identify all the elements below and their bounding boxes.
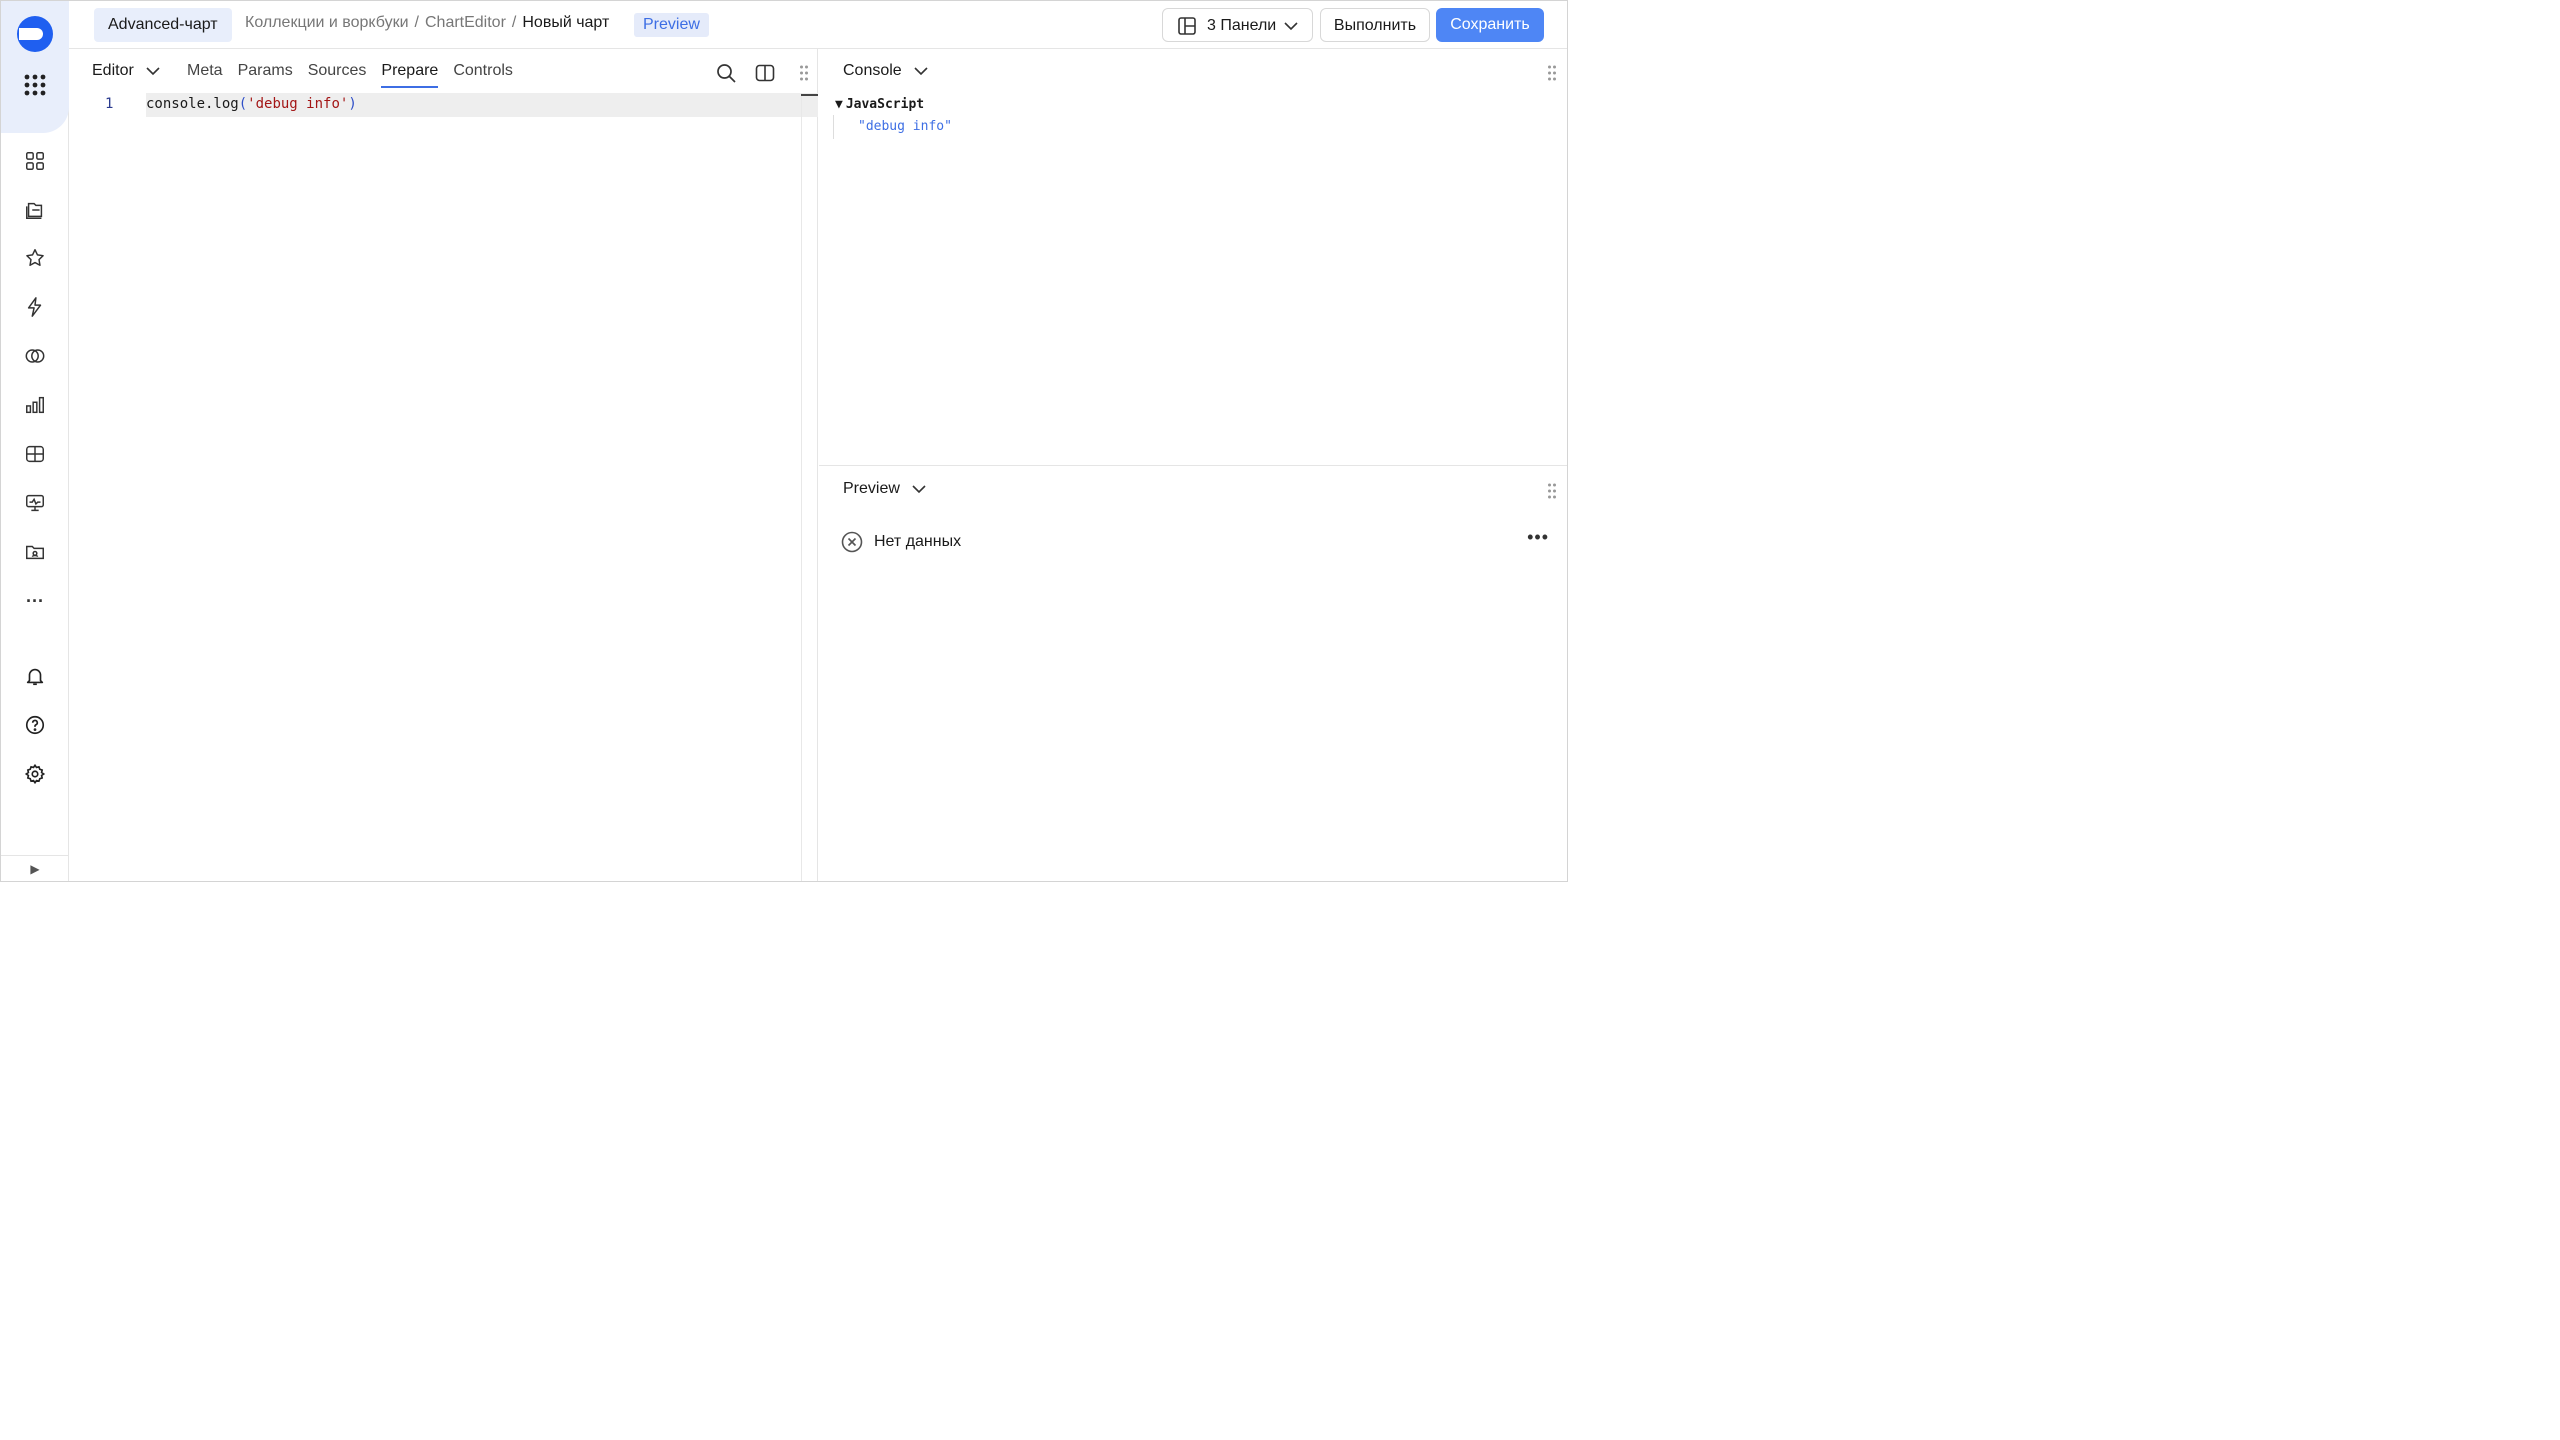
line-number: 1 — [105, 96, 114, 112]
empty-state-text: Нет данных — [874, 533, 962, 550]
breadcrumb-separator: / — [511, 14, 517, 31]
files-icon[interactable] — [23, 540, 47, 564]
console-output-line: "debug info" — [833, 115, 952, 139]
nav-rail: ··· ▶ — [1, 1, 69, 881]
breadcrumb-separator: / — [414, 14, 419, 31]
datalens-logo-icon[interactable] — [15, 14, 55, 54]
breadcrumb-charteditor[interactable]: ChartEditor — [425, 14, 506, 32]
monitoring-icon[interactable] — [23, 491, 47, 515]
dashboards-icon[interactable] — [23, 442, 47, 466]
datasets-icon[interactable] — [23, 344, 47, 368]
chevron-down-icon — [1284, 22, 1298, 31]
collapse-triangle-icon: ▼ — [835, 97, 843, 112]
run-button[interactable]: Выполнить — [1320, 8, 1430, 42]
drag-handle-icon[interactable] — [799, 65, 809, 81]
collapse-rail-button[interactable]: ▶ — [1, 855, 69, 881]
code-paren-close: ) — [348, 96, 357, 112]
preview-badge[interactable]: Preview — [634, 13, 709, 37]
tab-params[interactable]: Params — [238, 62, 293, 88]
chevron-down-icon — [912, 485, 926, 494]
tab-prepare[interactable]: Prepare — [381, 62, 439, 88]
panels-label: 3 Панели — [1207, 17, 1277, 34]
chevron-down-icon — [146, 67, 160, 76]
code-line[interactable]: console.log('debug info') — [146, 96, 357, 112]
breadcrumb-collections[interactable]: Коллекции и воркбуки — [245, 14, 409, 32]
console-title: Console — [843, 62, 902, 79]
drag-handle-icon[interactable] — [1547, 483, 1557, 499]
split-view-icon[interactable] — [754, 62, 776, 84]
top-header: Advanced-чарт Коллекции и воркбуки / Cha… — [69, 1, 1567, 49]
editor-title-dropdown[interactable]: Editor — [92, 62, 160, 80]
console-title-dropdown[interactable]: Console — [843, 62, 928, 80]
collections-icon[interactable] — [23, 149, 47, 173]
breadcrumb: Коллекции и воркбуки / ChartEditor / Нов… — [245, 14, 609, 32]
layout-icon — [1178, 17, 1196, 35]
preview-title: Preview — [843, 480, 900, 497]
app-window: ··· ▶ Advanced-чарт Коллекции и воркбуки… — [0, 0, 1568, 882]
preview-title-dropdown[interactable]: Preview — [843, 480, 926, 498]
tab-controls[interactable]: Controls — [453, 62, 513, 88]
folders-icon[interactable] — [23, 198, 47, 222]
console-group-name: JavaScript — [845, 97, 925, 112]
scrollbar-cursor-marker — [801, 94, 818, 96]
save-button[interactable]: Сохранить — [1436, 8, 1544, 42]
favorites-icon[interactable] — [23, 246, 47, 270]
editor-tabs: Meta Params Sources Prepare Controls — [187, 62, 513, 88]
connections-icon[interactable] — [23, 295, 47, 319]
collapse-icon: ▶ — [30, 861, 40, 876]
editor-title: Editor — [92, 62, 134, 79]
search-icon[interactable] — [715, 62, 737, 84]
notifications-icon[interactable] — [23, 664, 47, 688]
console-group-header[interactable]: ▼ JavaScript — [835, 97, 924, 112]
charts-icon[interactable] — [23, 393, 47, 417]
console-panel: Console ▼ JavaScript "debug info" — [819, 49, 1567, 466]
help-icon[interactable] — [23, 713, 47, 737]
error-circle-icon — [841, 531, 863, 553]
code-editor[interactable]: 1 console.log('debug info') — [69, 93, 818, 881]
code-function: console.log — [146, 96, 239, 112]
apps-grid-icon[interactable] — [23, 73, 47, 97]
code-paren-open: ( — [238, 96, 248, 112]
tab-sources[interactable]: Sources — [308, 62, 367, 88]
more-icon[interactable]: ··· — [23, 589, 47, 613]
chart-type-label[interactable]: Advanced-чарт — [94, 8, 232, 42]
more-options-icon[interactable]: ••• — [1527, 527, 1549, 548]
editor-scrollbar[interactable] — [801, 93, 818, 881]
breadcrumb-current: Новый чарт — [522, 14, 610, 31]
empty-state: Нет данных — [841, 531, 961, 553]
panels-layout-button[interactable]: 3 Панели — [1162, 8, 1313, 42]
editor-panel: Editor Meta Params Sources Prepare Contr… — [69, 49, 818, 881]
settings-icon[interactable] — [23, 762, 47, 786]
code-string: 'debug info' — [247, 96, 349, 112]
drag-handle-icon[interactable] — [1547, 65, 1557, 81]
tab-meta[interactable]: Meta — [187, 62, 223, 88]
chevron-down-icon — [914, 67, 928, 76]
preview-panel: Preview ••• Нет данных — [819, 467, 1567, 881]
